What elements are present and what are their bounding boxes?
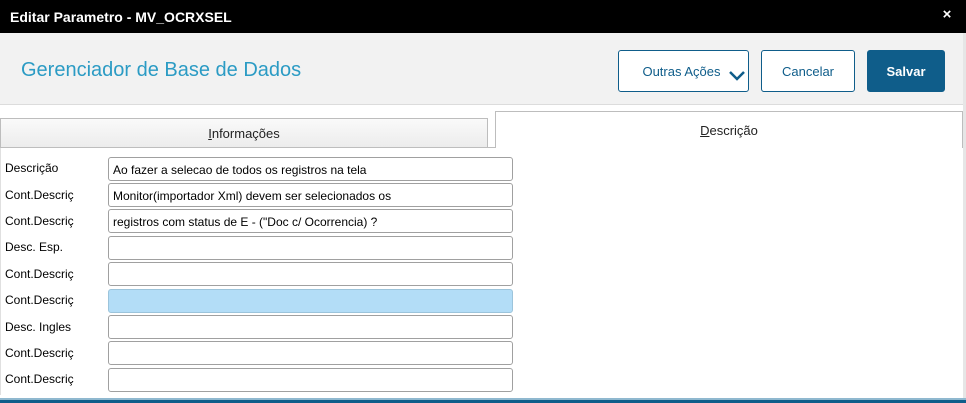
bottom-bar: [0, 398, 966, 403]
field-label: Desc. Ingles: [5, 320, 72, 334]
app-title: Gerenciador de Base de Dados: [21, 59, 302, 81]
chevron-down-icon: [729, 71, 745, 81]
field-label: Cont.Descriç: [5, 214, 74, 228]
close-icon[interactable]: ×: [940, 7, 954, 23]
field-label: Cont.Descriç: [5, 188, 74, 202]
tab-descricao-label: Descrição: [700, 122, 758, 138]
panel-border: [0, 148, 1, 395]
cont-descricao-field-5[interactable]: [108, 341, 513, 365]
outras-acoes-button[interactable]: Outras Ações: [618, 50, 749, 92]
window-titlebar: Editar Parametro - MV_OCRXSEL ×: [0, 0, 966, 33]
save-button[interactable]: Salvar: [867, 50, 945, 92]
field-label: Descrição: [5, 161, 59, 175]
cont-descricao-field-2[interactable]: registros com status de E - ("Doc c/ Oco…: [108, 209, 513, 233]
field-label: Cont.Descriç: [5, 372, 74, 386]
window-title: Editar Parametro - MV_OCRXSEL: [10, 9, 232, 25]
tab-informacoes-label: Informações: [208, 125, 280, 141]
cont-descricao-field-6[interactable]: [108, 368, 513, 392]
field-label: Desc. Esp.: [5, 240, 64, 254]
tab-informacoes[interactable]: Informações: [0, 118, 488, 148]
tab-divider: [488, 147, 496, 148]
cont-descricao-field-1[interactable]: Monitor(importador Xml) devem ser seleci…: [108, 183, 513, 207]
desc-ingles-field[interactable]: [108, 315, 513, 339]
desc-esp-field[interactable]: [108, 236, 513, 260]
field-label: Cont.Descriç: [5, 267, 74, 281]
field-label: Cont.Descriç: [5, 346, 74, 360]
tab-descricao[interactable]: Descrição: [495, 111, 963, 148]
cancel-button[interactable]: Cancelar: [761, 50, 855, 92]
field-label: Cont.Descriç: [5, 293, 74, 307]
outras-acoes-label: Outras Ações: [642, 63, 721, 79]
cont-descricao-field-3[interactable]: [108, 262, 513, 286]
descricao-field[interactable]: Ao fazer a selecao de todos os registros…: [108, 157, 513, 181]
header-bar: Gerenciador de Base de Dados Outras Açõe…: [0, 33, 963, 105]
cont-descricao-field-4[interactable]: [108, 289, 513, 313]
